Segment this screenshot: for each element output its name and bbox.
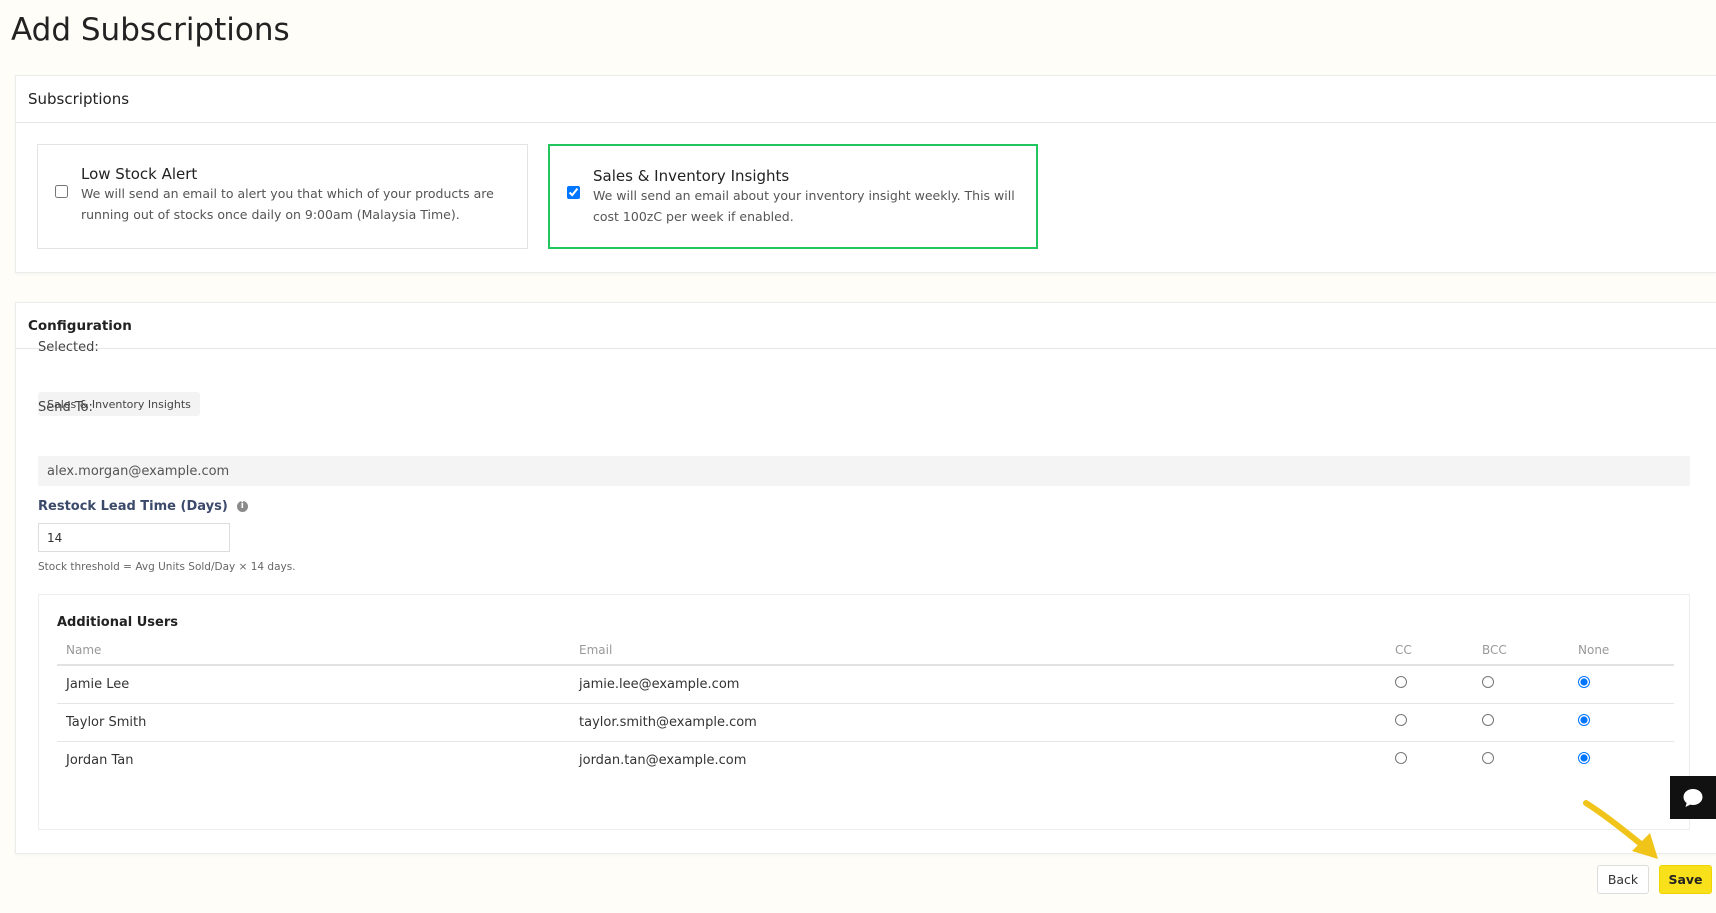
bcc-radio[interactable]	[1482, 676, 1494, 689]
info-icon[interactable]: i	[236, 501, 248, 512]
user-email: jamie.lee@example.com	[570, 665, 1386, 704]
send-to-label: Send To:	[38, 400, 93, 415]
configuration-card: Configuration Selected: Sales & Inventor…	[15, 302, 1716, 854]
subscription-option-sales-insights[interactable]: Sales & Inventory Insights We will send …	[548, 144, 1038, 249]
cc-radio[interactable]	[1395, 752, 1407, 765]
user-email: jordan.tan@example.com	[579, 752, 747, 768]
column-header-cc: CC	[1386, 635, 1473, 666]
lead-time-input[interactable]	[38, 523, 230, 552]
user-name: Taylor Smith	[57, 703, 570, 742]
bcc-radio[interactable]	[1482, 752, 1494, 765]
none-radio[interactable]	[1578, 676, 1590, 689]
back-button[interactable]: Back	[1597, 865, 1649, 894]
additional-users-title: Additional Users	[57, 615, 178, 630]
additional-users-panel: Additional Users Name Email CC BCC None	[38, 594, 1690, 830]
user-email: taylor.smith@example.com	[570, 703, 1386, 742]
subscriptions-header: Subscriptions	[16, 76, 1716, 123]
cc-radio[interactable]	[1395, 676, 1407, 689]
column-header-name: Name	[57, 635, 570, 666]
chat-bubble-icon	[1683, 788, 1703, 807]
cc-radio[interactable]	[1395, 714, 1407, 726]
none-radio[interactable]	[1578, 752, 1590, 765]
save-button[interactable]: Save	[1659, 865, 1712, 894]
send-to-input[interactable]	[38, 456, 1690, 486]
additional-users-table: Name Email CC BCC None Jamie Lee jamie.l…	[57, 635, 1674, 779]
none-radio[interactable]	[1578, 714, 1590, 726]
table-row: Taylor Smith taylor.smith@example.com	[57, 703, 1674, 742]
low-stock-title: Low Stock Alert	[81, 165, 198, 183]
lead-time-label: Restock Lead Time (Days) i	[38, 499, 248, 514]
user-name: Jamie Lee	[57, 665, 570, 704]
column-header-none: None	[1569, 635, 1674, 666]
lead-time-label-text: Restock Lead Time (Days)	[38, 499, 228, 514]
threshold-hint: Stock threshold = Avg Units Sold/Day × 1…	[38, 561, 296, 573]
sales-insights-title: Sales & Inventory Insights	[593, 167, 790, 185]
page-title: Add Subscriptions	[11, 12, 290, 48]
low-stock-checkbox[interactable]	[55, 185, 68, 198]
arrow-pointer-icon	[1583, 800, 1658, 859]
column-header-bcc: BCC	[1473, 635, 1569, 666]
user-name: Jordan Tan	[66, 752, 134, 768]
low-stock-description: We will send an email to alert you that …	[81, 186, 494, 222]
table-row: Jordan Tan jordan.tan@example.com	[57, 741, 1674, 779]
table-row: Jamie Lee jamie.lee@example.com	[57, 665, 1674, 704]
sales-insights-checkbox[interactable]	[567, 186, 580, 199]
chat-button[interactable]	[1670, 776, 1716, 819]
configuration-header: Configuration	[16, 303, 1716, 349]
sales-insights-description: We will send an email about your invento…	[593, 188, 1015, 224]
subscriptions-card: Subscriptions Low Stock Alert We will se…	[15, 75, 1716, 273]
bcc-radio[interactable]	[1482, 714, 1494, 726]
table-header-row: Name Email CC BCC None	[57, 635, 1674, 666]
column-header-email: Email	[570, 635, 1386, 666]
subscription-option-low-stock[interactable]: Low Stock Alert We will send an email to…	[37, 144, 528, 249]
selected-label: Selected:	[38, 340, 99, 355]
